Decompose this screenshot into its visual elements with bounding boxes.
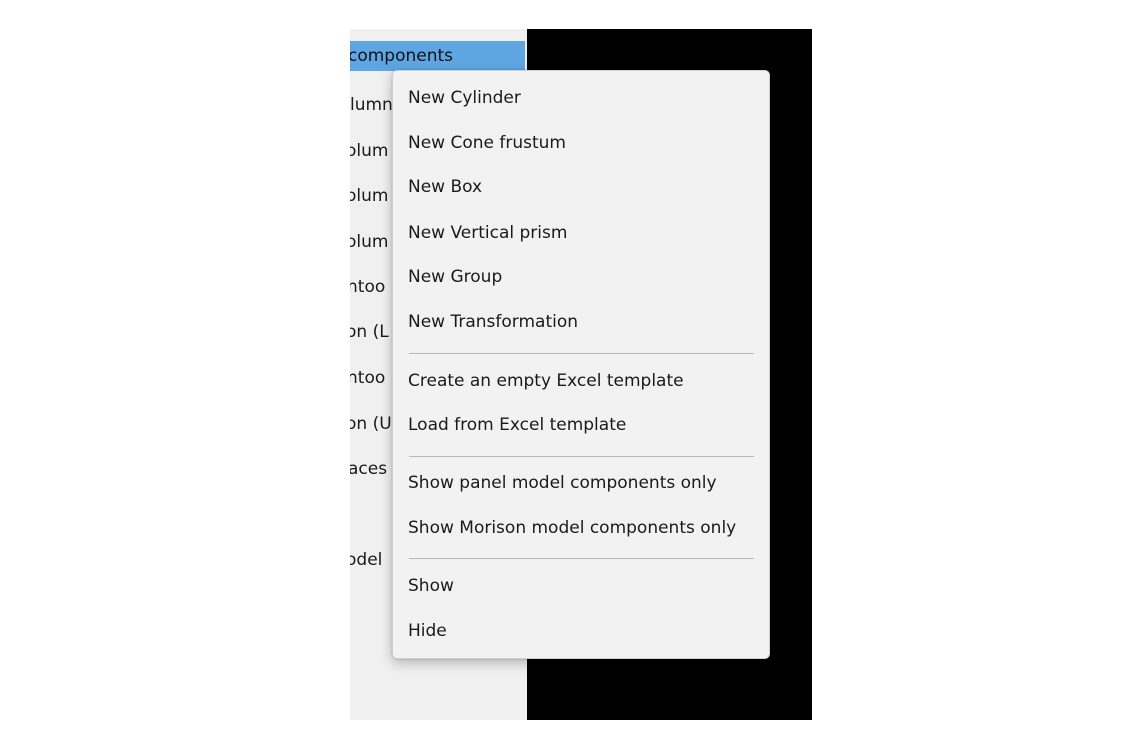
menu-separator [409,558,754,559]
menu-item-new-group[interactable]: New Group [408,262,502,292]
menu-item-new-transformation[interactable]: New Transformation [408,307,578,337]
menu-item-show[interactable]: Show [408,571,454,601]
menu-item-new-cylinder[interactable]: New Cylinder [408,83,521,113]
menu-separator [409,353,754,354]
menu-item-new-cone-frustum[interactable]: New Cone frustum [408,128,566,158]
menu-item-create-excel-template[interactable]: Create an empty Excel template [408,366,684,396]
menu-item-new-box[interactable]: New Box [408,172,482,202]
menu-item-hide[interactable]: Hide [408,616,447,646]
menu-item-show-morison-components[interactable]: Show Morison model components only [408,513,736,543]
menu-separator [409,456,754,457]
menu-item-show-panel-components[interactable]: Show panel model components only [408,468,717,498]
tree-item-components[interactable]: components [350,41,525,71]
menu-item-new-vertical-prism[interactable]: New Vertical prism [408,218,567,248]
context-menu: New Cylinder New Cone frustum New Box Ne… [392,70,770,659]
menu-item-load-excel-template[interactable]: Load from Excel template [408,410,626,440]
